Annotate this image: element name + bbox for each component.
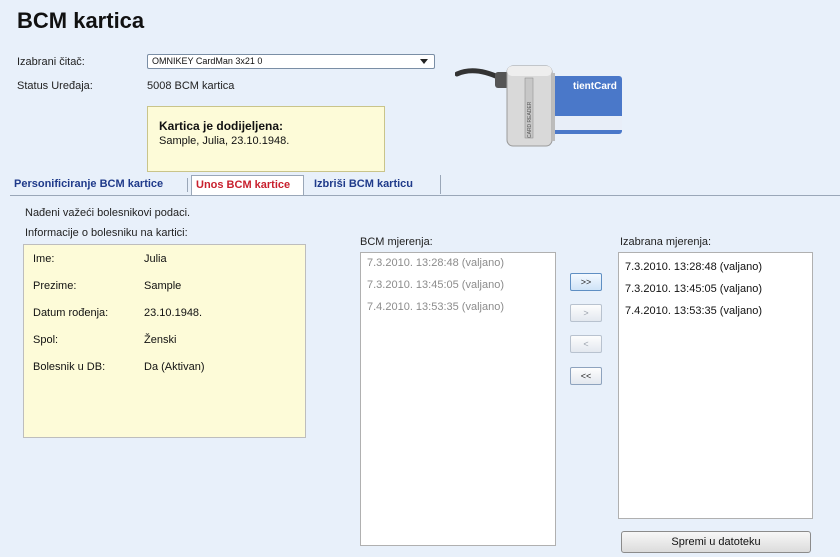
selected-measurements-list[interactable]: 7.3.2010. 13:28:48 (valjano) 7.3.2010. 1…: [618, 252, 813, 519]
card-assigned-box: Kartica je dodijeljena: Sample, Julia, 2…: [147, 106, 385, 172]
found-data-text: Nađeni važeći bolesnikovi podaci.: [25, 207, 191, 219]
bcm-card-window: BCM kartica Izabrani čitač: OMNIKEY Card…: [0, 0, 840, 557]
patient-gender-label: Spol:: [33, 334, 59, 346]
patient-gender-value: Ženski: [144, 334, 177, 346]
move-left-button[interactable]: <: [570, 335, 602, 353]
patient-info-label: Informacije o bolesniku na kartici:: [25, 227, 188, 239]
list-item[interactable]: 7.3.2010. 13:45:05 (valjano): [625, 283, 762, 295]
bcm-measurements-label: BCM mjerenja:: [360, 236, 433, 248]
status-label: Status Uređaja:: [17, 80, 93, 92]
chevron-down-icon: [420, 59, 428, 64]
list-item[interactable]: 7.4.2010. 13:53:35 (valjano): [367, 301, 504, 313]
patient-db-status-value: Da (Aktivan): [144, 361, 205, 373]
list-item[interactable]: 7.3.2010. 13:28:48 (valjano): [367, 257, 504, 269]
reader-select-value: OMNIKEY CardMan 3x21 0: [152, 56, 263, 66]
card-brand-text: tientCard: [573, 81, 617, 92]
patient-first-name-label: Ime:: [33, 253, 55, 265]
list-item[interactable]: 7.3.2010. 13:45:05 (valjano): [367, 279, 504, 291]
patient-first-name-value: Julia: [144, 253, 167, 265]
card-assigned-heading: Kartica je dodijeljena:: [159, 119, 284, 133]
move-all-left-button[interactable]: <<: [570, 367, 602, 385]
list-item[interactable]: 7.3.2010. 13:28:48 (valjano): [625, 261, 762, 273]
tab-divider: [187, 178, 188, 192]
patient-birthdate-label: Datum rođenja:: [33, 307, 109, 319]
patient-birthdate-value: 23.10.1948.: [144, 307, 203, 319]
page-title: BCM kartica: [17, 8, 145, 33]
list-item[interactable]: 7.4.2010. 13:53:35 (valjano): [625, 305, 762, 317]
patient-last-name-label: Prezime:: [33, 280, 77, 292]
card-reader-image: tientCard CARD READER: [455, 65, 622, 147]
reader-label: Izabrani čitač:: [17, 56, 85, 68]
tab-import-card[interactable]: Unos BCM kartice: [191, 175, 304, 195]
patient-info-box: Ime: Julia Prezime: Sample Datum rođenja…: [23, 244, 306, 438]
bcm-measurements-list[interactable]: 7.3.2010. 13:28:48 (valjano) 7.3.2010. 1…: [360, 252, 556, 546]
status-value: 5008 BCM kartica: [147, 80, 235, 92]
card-assigned-detail: Sample, Julia, 23.10.1948.: [159, 135, 290, 147]
move-all-right-button[interactable]: >>: [570, 273, 602, 291]
tab-personalize-card[interactable]: Personificiranje BCM kartice: [10, 175, 192, 194]
reader-select[interactable]: OMNIKEY CardMan 3x21 0: [147, 54, 435, 69]
tab-delete-card[interactable]: Izbriši BCM karticu: [310, 175, 441, 194]
patient-db-status-label: Bolesnik u DB:: [33, 361, 106, 373]
selected-measurements-label: Izabrana mjerenja:: [620, 236, 712, 248]
reader-side-text: CARD READER: [527, 101, 533, 138]
save-to-file-button[interactable]: Spremi u datoteku: [621, 531, 811, 553]
patient-last-name-value: Sample: [144, 280, 182, 292]
move-right-button[interactable]: >: [570, 304, 602, 322]
